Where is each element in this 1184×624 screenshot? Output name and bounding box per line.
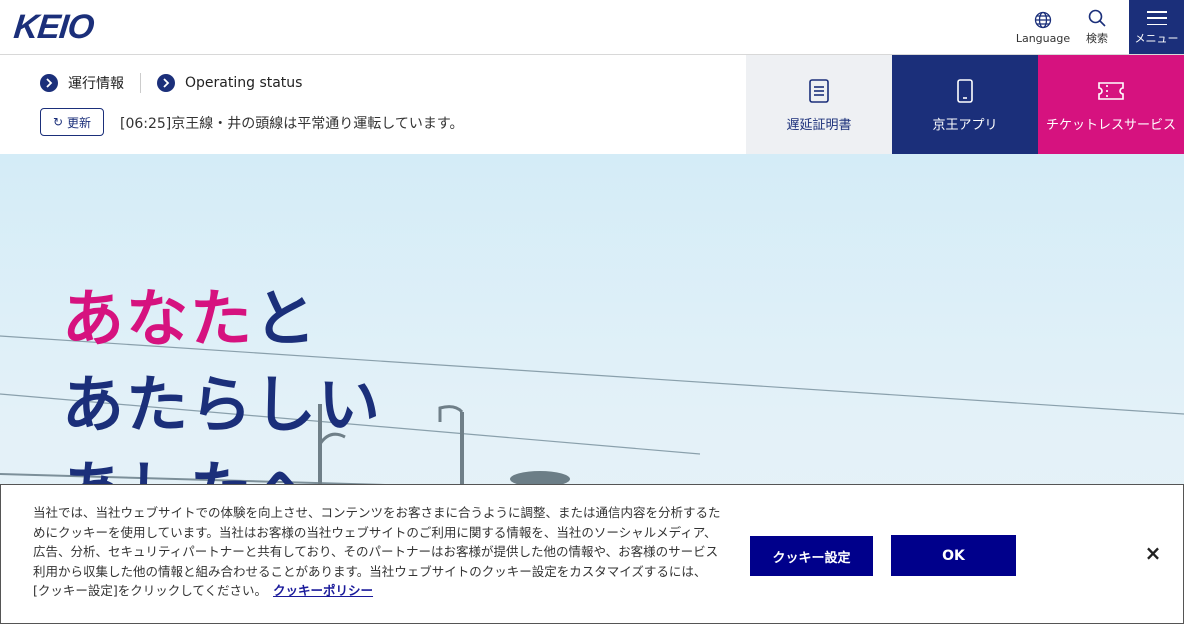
language-button[interactable]: Language	[1015, 0, 1071, 54]
status-message: [06:25]京王線・井の頭線は平常通り運転しています。	[120, 116, 464, 132]
menu-label: メニュー	[1134, 32, 1179, 45]
chevron-right-icon	[157, 74, 175, 92]
cookie-ok-button[interactable]: OK	[891, 535, 1016, 576]
delay-certificate-label: 遅延証明書	[786, 118, 852, 133]
hero-headline-rest: と	[254, 282, 319, 355]
search-button[interactable]: 検索	[1077, 0, 1117, 54]
keio-logo[interactable]: KEIO	[12, 7, 96, 46]
operating-info-link[interactable]: 運行情報	[68, 73, 124, 93]
cookie-settings-button[interactable]: クッキー設定	[750, 536, 873, 576]
hero-headline-line2: あたらしい	[62, 368, 383, 441]
search-label: 検索	[1086, 32, 1108, 45]
language-label: Language	[1015, 31, 1071, 45]
hero-headline-pink: あなた	[62, 282, 255, 355]
keio-app-tile[interactable]: 京王アプリ	[892, 55, 1038, 154]
refresh-icon: ↻	[52, 115, 64, 129]
document-icon	[808, 76, 830, 106]
update-button[interactable]: ↻ 更新	[40, 108, 104, 136]
cookie-consent-banner: 当社では、当社ウェブサイトでの体験を向上させ、コンテンツをお客さまに合うように調…	[0, 484, 1184, 624]
cookie-notice-body: 当社では、当社ウェブサイトでの体験を向上させ、コンテンツをお客さまに合うように調…	[33, 505, 721, 598]
chevron-right-icon	[40, 74, 58, 92]
operating-status-link[interactable]: Operating status	[185, 75, 302, 91]
hamburger-icon	[1146, 8, 1167, 28]
cookie-policy-link[interactable]: クッキーポリシー	[273, 583, 373, 598]
smartphone-icon	[956, 76, 974, 106]
menu-button[interactable]: メニュー	[1129, 0, 1184, 54]
ticketless-service-label: チケットレスサービス	[1045, 118, 1176, 133]
ticket-icon	[1097, 76, 1125, 106]
delay-certificate-tile[interactable]: 遅延証明書	[746, 55, 892, 154]
hero-headline-line1: あなたと	[62, 268, 318, 358]
divider	[140, 73, 141, 93]
keio-app-label: 京王アプリ	[932, 118, 998, 133]
logo-text: KEIO	[12, 7, 96, 46]
ticketless-service-tile[interactable]: チケットレスサービス	[1038, 55, 1184, 154]
status-links: 運行情報 Operating status	[40, 73, 302, 93]
close-icon[interactable]: ×	[1141, 541, 1165, 565]
globe-icon	[1034, 10, 1052, 30]
site-header: KEIO Language 検索 メニュー	[0, 0, 1184, 55]
cookie-notice-text: 当社では、当社ウェブサイトでの体験を向上させ、コンテンツをお客さまに合うように調…	[33, 503, 723, 601]
search-icon	[1088, 8, 1106, 28]
update-label: 更新	[67, 115, 92, 130]
operating-status-panel: 運行情報 Operating status ↻ 更新 [06:25]京王線・井の…	[0, 55, 746, 154]
